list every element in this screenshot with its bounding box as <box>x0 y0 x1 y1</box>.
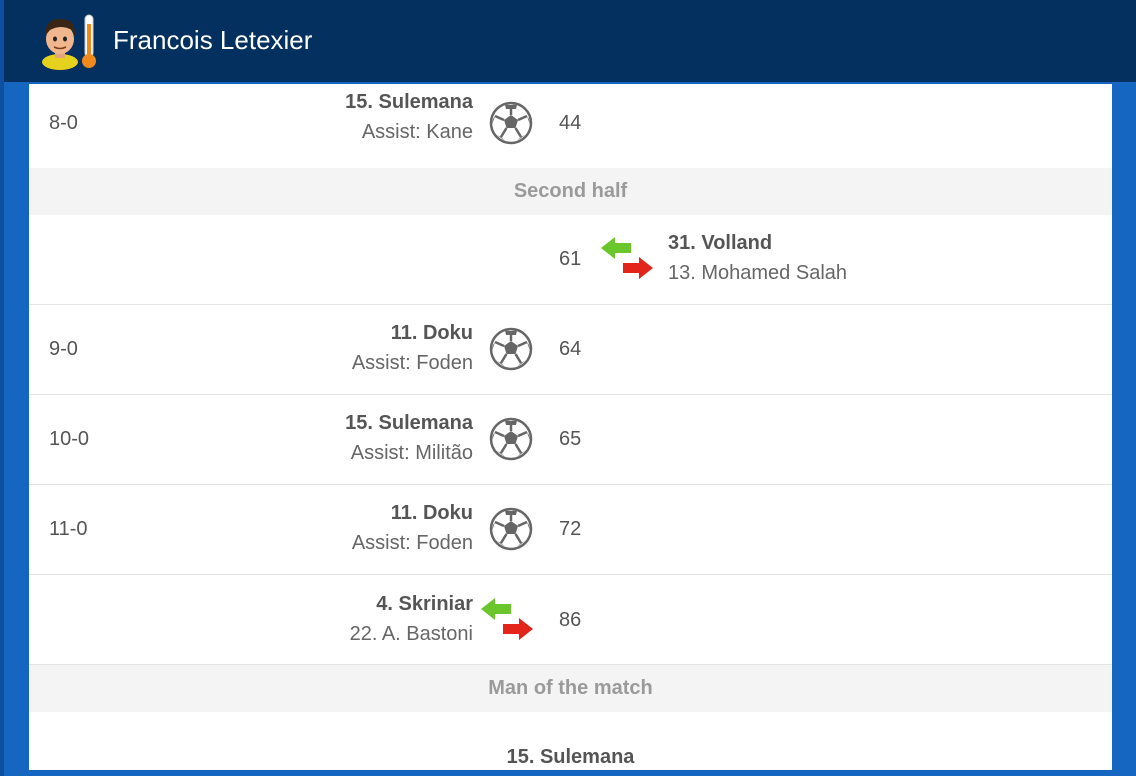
soccer-ball-icon <box>489 327 533 371</box>
player-in-name[interactable]: 4. Skriniar <box>350 589 473 619</box>
soccer-ball-icon <box>489 101 533 145</box>
assist-text: Assist: Kane <box>361 121 473 143</box>
substitution-icon <box>601 237 653 279</box>
match-events-panel[interactable]: 8-0 15. Sulemana Assist: Kane 44 Second … <box>29 84 1112 770</box>
event-row-goal: 11-0 11. Doku Assist: Foden 72 <box>29 485 1112 575</box>
event-row-substitution: 4. Skriniar 22. A. Bastoni 86 <box>29 575 1112 665</box>
player-out-name[interactable]: 22. A. Bastoni <box>350 619 473 649</box>
goal-info: 11. Doku Assist: Foden <box>352 318 473 378</box>
assist-text: Assist: Foden <box>351 532 473 554</box>
substitution-icon <box>481 598 533 640</box>
event-row-goal: 8-0 15. Sulemana Assist: Kane 44 <box>29 84 1112 169</box>
scorer-name[interactable]: 15. Sulemana <box>345 408 473 438</box>
section-label: Second half <box>513 180 628 202</box>
event-minute: 64 <box>559 338 582 360</box>
goal-info: 15. Sulemana Assist: Kane <box>345 87 473 147</box>
soccer-ball-icon <box>489 507 533 551</box>
event-minute: 61 <box>559 248 582 270</box>
section-header-man-of-the-match: Man of the match <box>29 665 1112 712</box>
referee-name: Francois Letexier <box>113 25 313 55</box>
man-of-the-match-row: 15. Sulemana <box>29 712 1112 770</box>
soccer-ball-icon <box>489 417 533 461</box>
window-frame-left <box>0 0 4 776</box>
referee-header: Francois Letexier <box>4 0 1136 82</box>
goal-info: 15. Sulemana Assist: Militão <box>345 408 473 468</box>
score-label: 11-0 <box>49 518 88 540</box>
event-minute: 44 <box>559 112 582 134</box>
referee-avatar-icon <box>42 14 96 70</box>
goal-info: 11. Doku Assist: Foden <box>352 498 473 558</box>
substitution-info: 31. Volland 13. Mohamed Salah <box>668 228 847 288</box>
player-in-name[interactable]: 31. Volland <box>668 228 847 258</box>
event-row-goal: 10-0 15. Sulemana Assist: Militão 65 <box>29 395 1112 485</box>
event-row-goal: 9-0 11. Doku Assist: Foden 64 <box>29 305 1112 395</box>
scorer-name[interactable]: 15. Sulemana <box>345 87 473 117</box>
assist-text: Assist: Militão <box>350 442 473 464</box>
motm-player-name[interactable]: 15. Sulemana <box>29 744 1112 770</box>
section-label: Man of the match <box>488 677 653 699</box>
section-header-second-half: Second half <box>29 168 1112 215</box>
event-row-substitution: 61 31. Volland 13. Mohamed Salah <box>29 215 1112 305</box>
score-label: 10-0 <box>49 428 90 450</box>
scorer-name[interactable]: 11. Doku <box>352 318 473 348</box>
window-frame-bottom <box>29 770 1112 776</box>
substitution-info: 4. Skriniar 22. A. Bastoni <box>350 589 473 649</box>
scorer-name[interactable]: 11. Doku <box>352 498 473 528</box>
assist-text: Assist: Foden <box>351 352 473 374</box>
event-minute: 86 <box>559 609 582 631</box>
event-minute: 72 <box>559 518 582 540</box>
event-minute: 65 <box>559 428 582 450</box>
score-label: 9-0 <box>49 338 78 360</box>
score-label: 8-0 <box>49 112 78 134</box>
player-out-name[interactable]: 13. Mohamed Salah <box>668 258 847 288</box>
